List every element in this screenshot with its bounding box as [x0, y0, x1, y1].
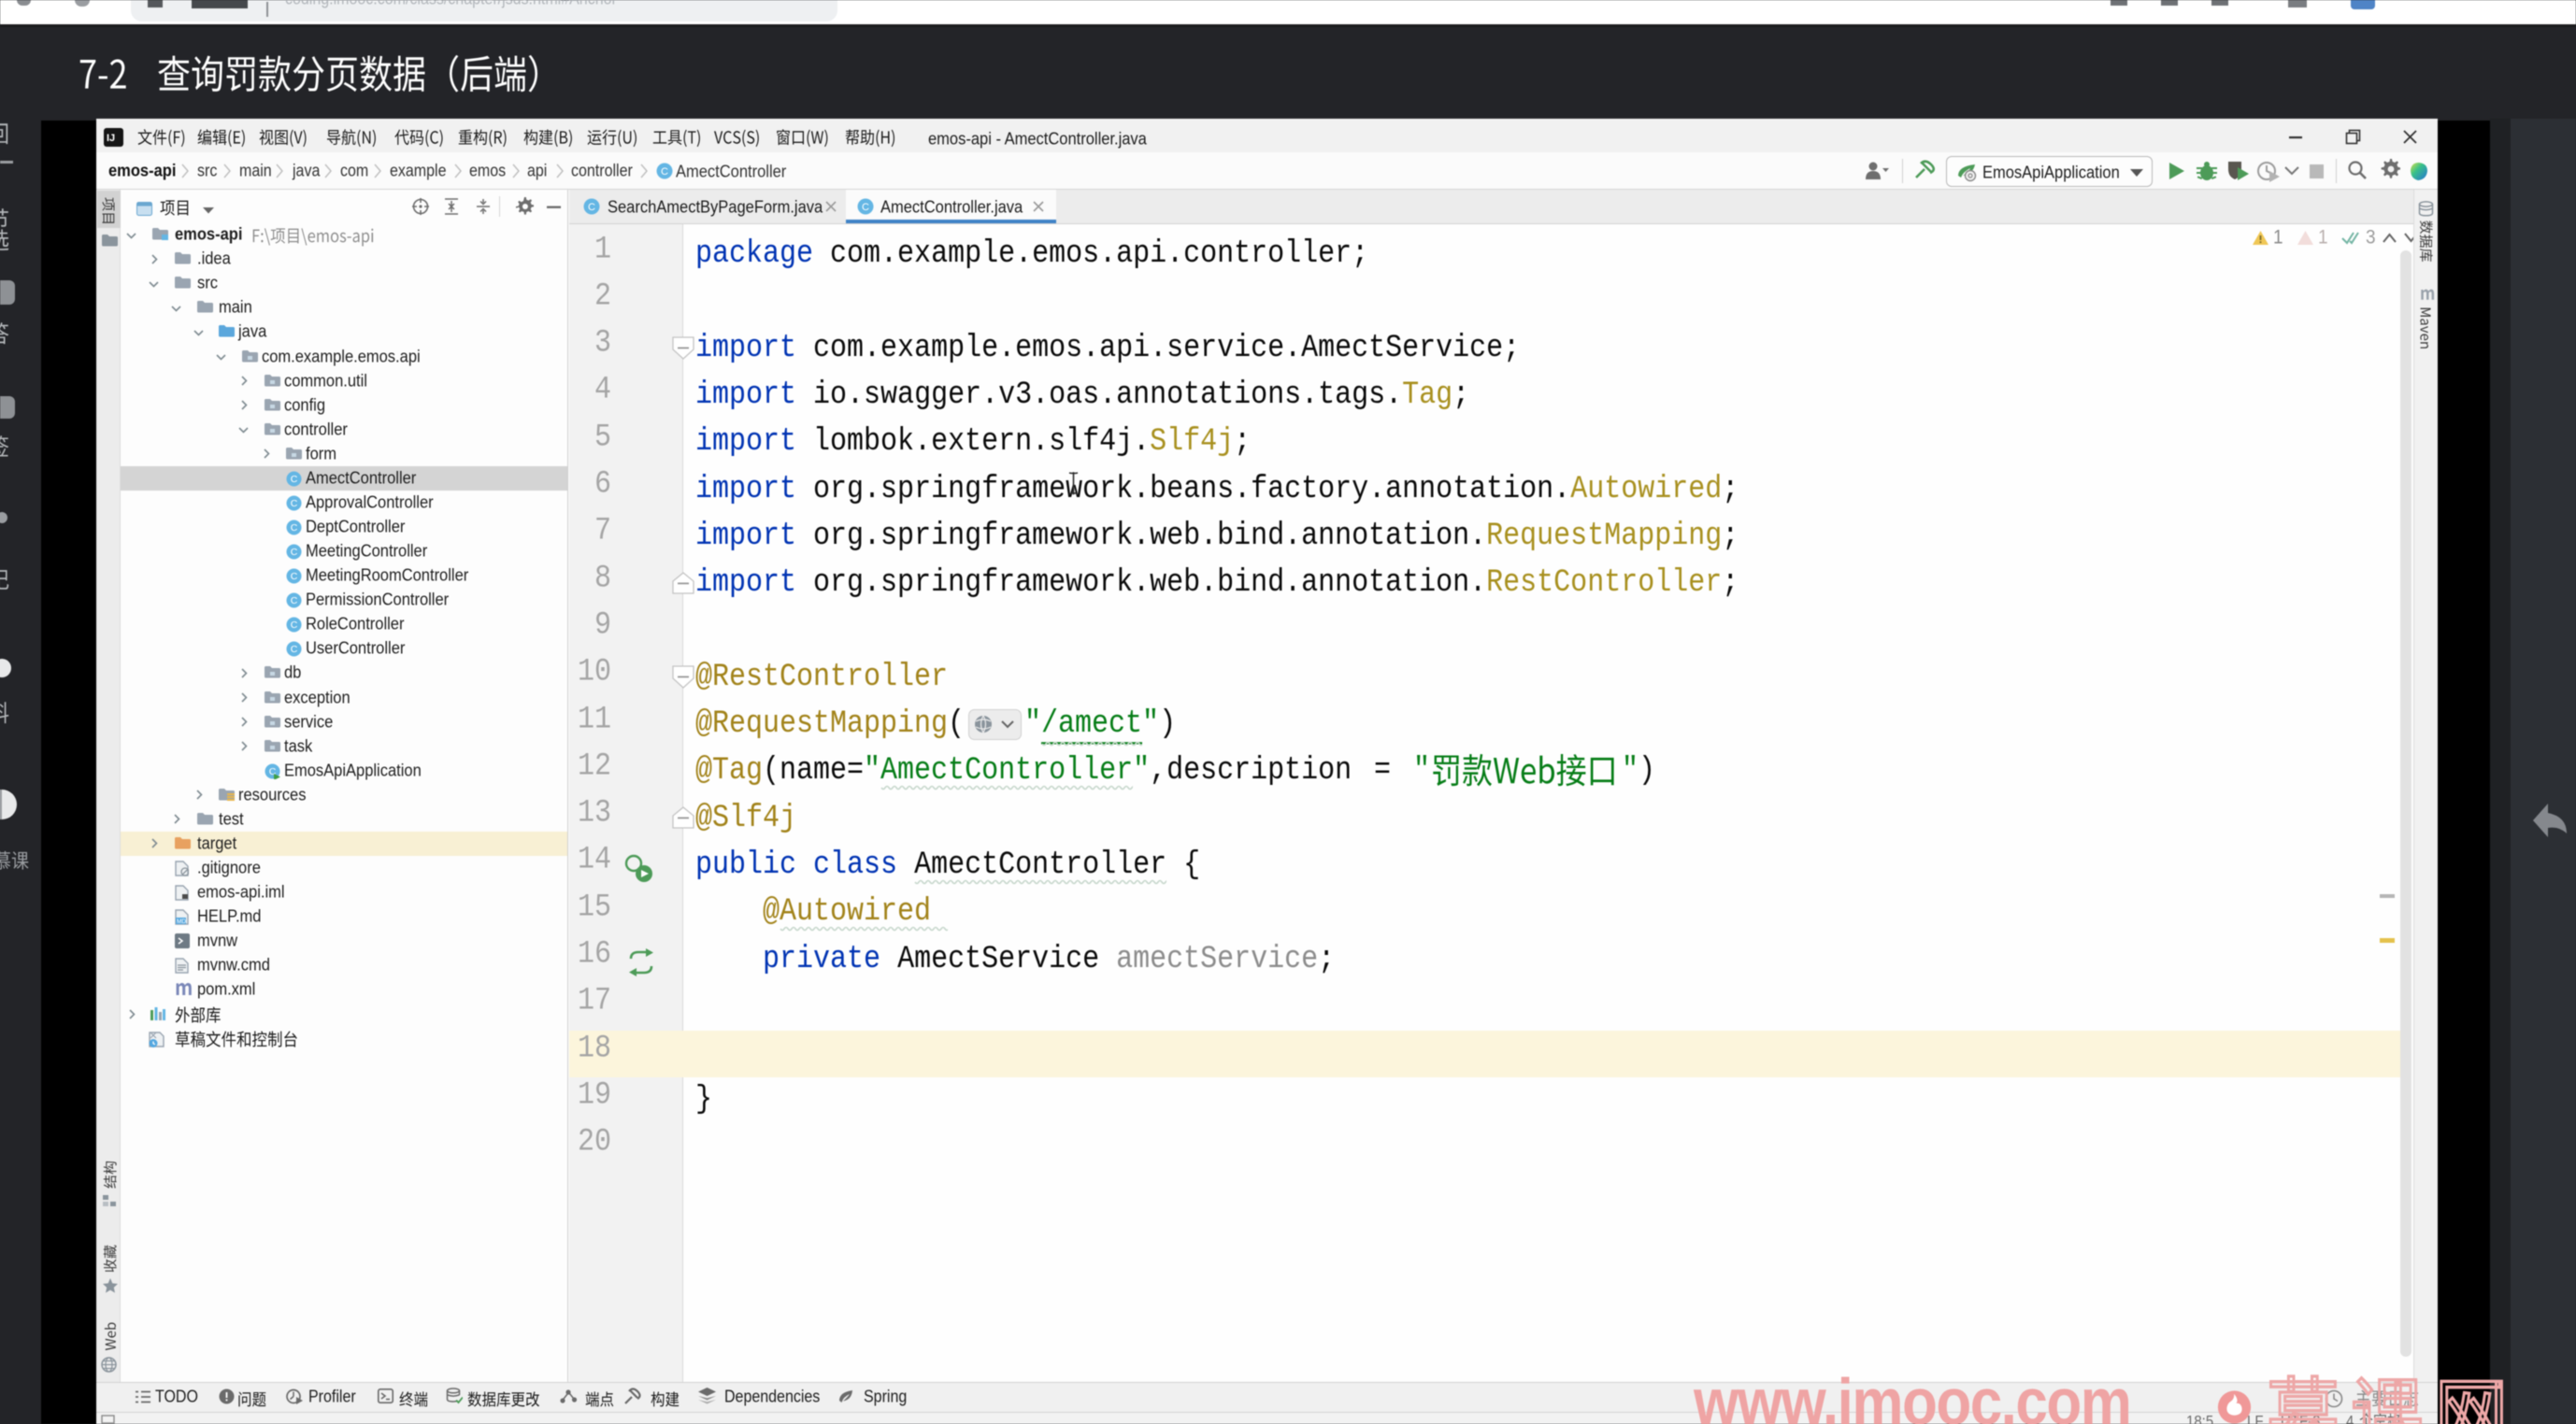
svg-text:C: C [291, 474, 298, 485]
svg-text:C: C [291, 595, 298, 606]
svg-text:C: C [291, 645, 298, 656]
svg-text:C: C [291, 498, 298, 509]
svg-text:C: C [588, 202, 595, 213]
svg-text:C: C [291, 620, 298, 632]
svg-text:C: C [661, 166, 668, 178]
svg-text:IJ: IJ [107, 133, 115, 144]
svg-text:C: C [862, 202, 869, 213]
svg-text:MD: MD [177, 918, 186, 925]
svg-text:C: C [291, 571, 298, 582]
svg-text:C: C [291, 522, 298, 534]
svg-text:C: C [291, 547, 298, 558]
